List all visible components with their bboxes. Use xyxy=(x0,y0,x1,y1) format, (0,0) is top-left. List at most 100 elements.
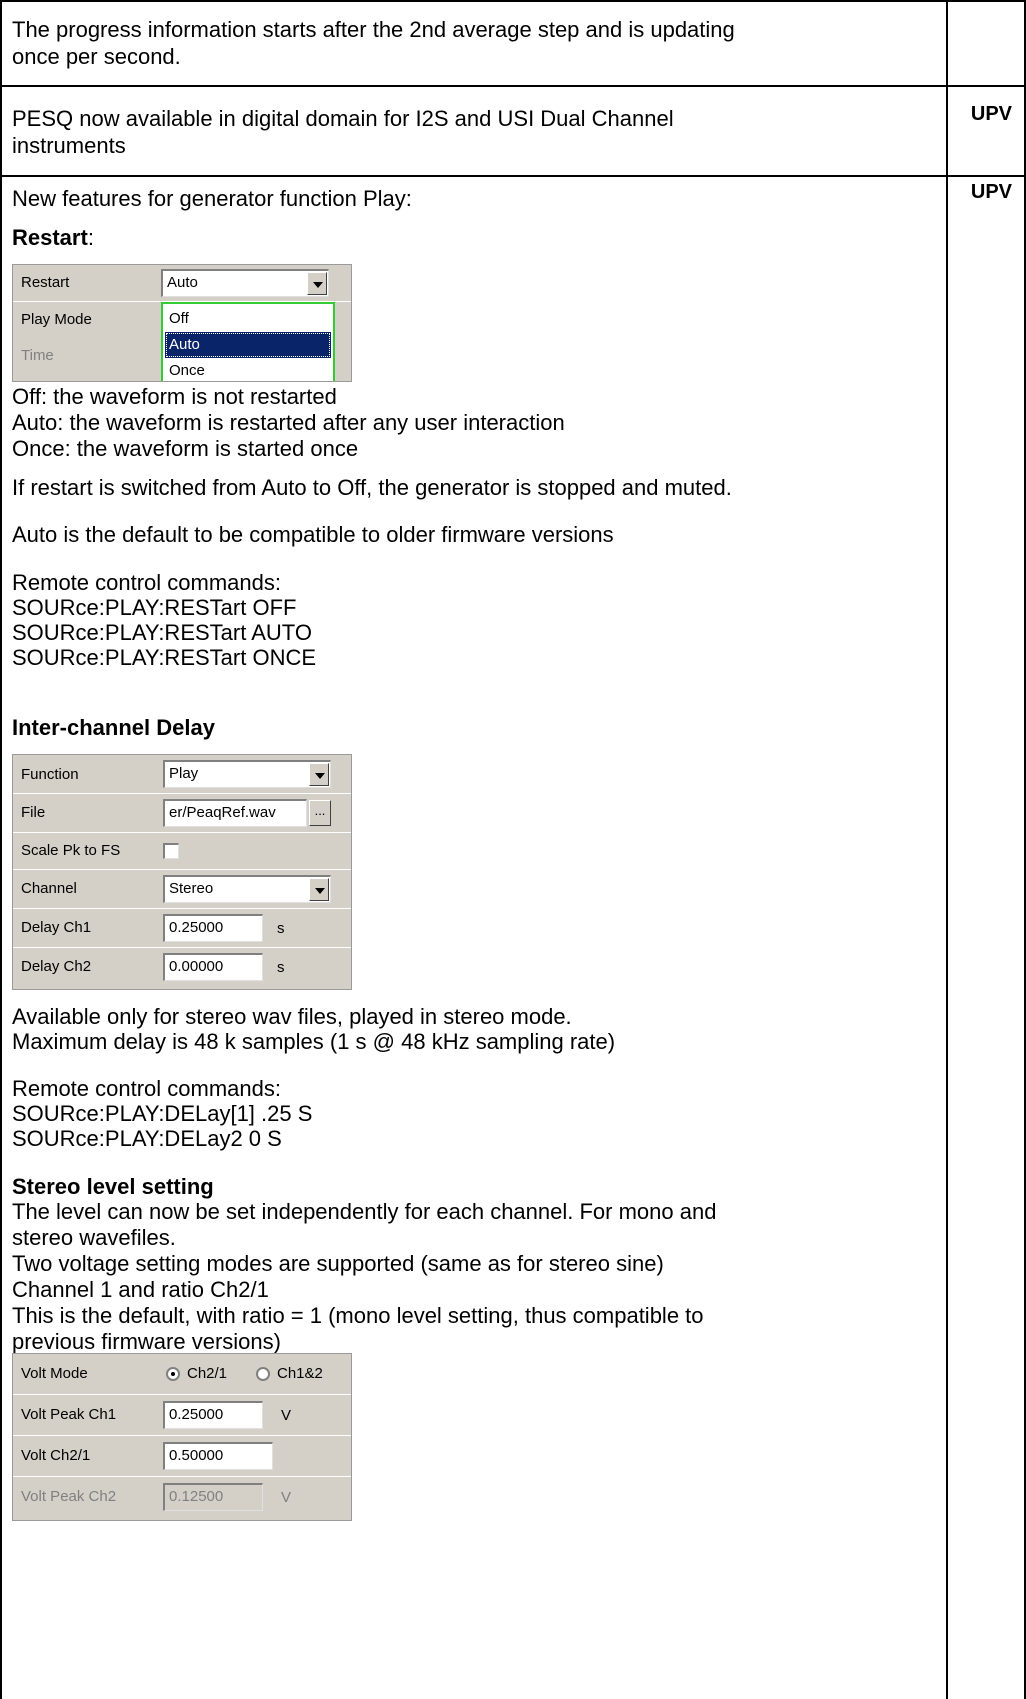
restart-desc-off: Off: the waveform is not restarted xyxy=(12,384,337,409)
scale-label: Scale Pk to FS xyxy=(21,842,121,859)
delay-ch2-label: Delay Ch2 xyxy=(21,958,92,975)
restart-heading: Restart xyxy=(12,225,88,250)
volt-mode-ch21-label: Ch2/1 xyxy=(187,1365,228,1382)
scale-row: Scale Pk to FS xyxy=(13,833,351,870)
restart-remote-once: SOURce:PLAY:RESTart ONCE xyxy=(12,645,317,670)
function-select-value: Play xyxy=(169,765,199,782)
function-row: Function Play xyxy=(13,755,351,794)
volt-peak-ch2-input: 0.12500 xyxy=(163,1483,263,1511)
restart-select[interactable]: Auto xyxy=(161,269,329,297)
delay-desc-1: Available only for stereo wav files, pla… xyxy=(12,1004,572,1029)
browse-file-button[interactable]: ... xyxy=(309,800,331,826)
volt-ratio-row: Volt Ch2/1 0.50000 xyxy=(13,1436,351,1477)
stereo-desc-4: Channel 1 and ratio Ch2/1 xyxy=(12,1277,269,1302)
delay-ch1-unit: s xyxy=(277,920,285,937)
row-divider xyxy=(0,0,1026,2)
volt-ratio-label: Volt Ch2/1 xyxy=(21,1447,91,1464)
volt-mode-ch12-label: Ch1&2 xyxy=(277,1365,323,1382)
delay-remote-2: SOURce:PLAY:DELay2 0 S xyxy=(12,1126,282,1151)
row-divider xyxy=(0,175,1026,177)
dropdown-option-once[interactable]: Once xyxy=(165,358,331,381)
row3-intro: New features for generator function Play… xyxy=(12,186,412,211)
delay-remote-1: SOURce:PLAY:DELay[1] .25 S xyxy=(12,1101,313,1126)
stereo-desc-3: Two voltage setting modes are supported … xyxy=(12,1251,664,1276)
restart-label: Restart xyxy=(21,274,70,291)
volt-mode-ch21-radio[interactable] xyxy=(166,1367,180,1381)
delay-ch2-value: 0.00000 xyxy=(169,958,224,975)
delay-dialog: Function Play File er/PeaqRef.wav ... Sc… xyxy=(12,754,352,990)
file-row: File er/PeaqRef.wav ... xyxy=(13,794,351,833)
chevron-down-icon[interactable] xyxy=(309,878,329,901)
volt-peak-ch2-row: Volt Peak Ch2 0.12500 V xyxy=(13,1477,351,1517)
dropdown-option-off[interactable]: Off xyxy=(165,306,331,332)
restart-remote-off: SOURce:PLAY:RESTart OFF xyxy=(12,595,297,620)
file-label: File xyxy=(21,804,46,821)
row1-line1: The progress information starts after th… xyxy=(12,17,735,42)
channel-label: Channel xyxy=(21,880,77,897)
volt-ratio-value: 0.50000 xyxy=(169,1447,224,1464)
delay-remote-heading: Remote control commands: xyxy=(12,1076,281,1101)
dropdown-option-auto[interactable]: Auto xyxy=(165,332,331,358)
file-input[interactable]: er/PeaqRef.wav xyxy=(163,799,307,827)
table-column-divider xyxy=(946,0,948,1699)
row-divider xyxy=(0,85,1026,87)
row2-line1: PESQ now available in digital domain for… xyxy=(12,106,674,131)
delay-ch1-row: Delay Ch1 0.25000 s xyxy=(13,909,351,948)
restart-dialog: Restart Auto Play Mode Time Off Auto Onc… xyxy=(12,264,352,382)
scale-checkbox[interactable] xyxy=(163,843,179,859)
row2-line2: instruments xyxy=(12,133,126,158)
stereo-desc-5: This is the default, with ratio = 1 (mon… xyxy=(12,1303,704,1328)
stereo-heading: Stereo level setting xyxy=(12,1174,214,1199)
row2-instrument-tag: UPV xyxy=(970,103,1012,125)
restart-heading-line: Restart: xyxy=(12,224,94,251)
channel-row: Channel Stereo xyxy=(13,870,351,909)
volt-mode-ch12-radio[interactable] xyxy=(256,1367,270,1381)
volt-dialog: Volt Mode Ch2/1 Ch1&2 Volt Peak Ch1 0.25… xyxy=(12,1353,352,1521)
row1-line2: once per second. xyxy=(12,44,181,69)
channel-select-value: Stereo xyxy=(169,880,214,897)
delay-ch2-input[interactable]: 0.00000 xyxy=(163,953,263,981)
document-table: The progress information starts after th… xyxy=(0,0,1026,1699)
restart-note-default: Auto is the default to be compatible to … xyxy=(12,522,614,547)
restart-select-value: Auto xyxy=(167,274,198,291)
restart-heading-colon: : xyxy=(87,225,94,250)
volt-peak-ch1-input[interactable]: 0.25000 xyxy=(163,1401,263,1429)
chevron-down-icon[interactable] xyxy=(307,272,327,295)
file-input-value: er/PeaqRef.wav xyxy=(169,804,276,821)
volt-mode-row: Volt Mode Ch2/1 Ch1&2 xyxy=(13,1354,351,1395)
delay-heading: Inter-channel Delay xyxy=(12,715,215,740)
volt-mode-label: Volt Mode xyxy=(21,1365,88,1382)
volt-peak-ch2-value: 0.12500 xyxy=(169,1488,224,1505)
delay-desc-2: Maximum delay is 48 k samples (1 s @ 48 … xyxy=(12,1029,616,1054)
delay-ch2-row: Delay Ch2 0.00000 s xyxy=(13,948,351,986)
chevron-down-icon[interactable] xyxy=(309,763,329,786)
channel-select[interactable]: Stereo xyxy=(163,875,331,903)
volt-peak-ch1-label: Volt Peak Ch1 xyxy=(21,1406,117,1423)
delay-ch2-unit: s xyxy=(277,959,285,976)
function-select[interactable]: Play xyxy=(163,760,331,788)
restart-desc-auto: Auto: the waveform is restarted after an… xyxy=(12,410,565,435)
delay-ch1-input[interactable]: 0.25000 xyxy=(163,914,263,942)
volt-peak-ch1-value: 0.25000 xyxy=(169,1406,224,1423)
restart-remote-heading: Remote control commands: xyxy=(12,570,281,595)
stereo-desc-6: previous firmware versions) xyxy=(12,1329,281,1354)
restart-remote-auto: SOURce:PLAY:RESTart AUTO xyxy=(12,620,312,645)
volt-ratio-input[interactable]: 0.50000 xyxy=(163,1442,273,1470)
delay-ch1-value: 0.25000 xyxy=(169,919,224,936)
play-mode-label: Play Mode xyxy=(21,311,92,328)
volt-peak-ch2-unit: V xyxy=(281,1489,292,1506)
volt-peak-ch1-row: Volt Peak Ch1 0.25000 V xyxy=(13,1395,351,1436)
volt-peak-ch1-unit: V xyxy=(281,1407,292,1424)
table-border-left xyxy=(0,0,2,1699)
delay-ch1-label: Delay Ch1 xyxy=(21,919,92,936)
restart-dropdown-list[interactable]: Off Auto Once xyxy=(161,302,335,381)
restart-row: Restart Auto xyxy=(13,265,351,302)
row3-instrument-tag: UPV xyxy=(970,181,1012,203)
volt-peak-ch2-label: Volt Peak Ch2 xyxy=(21,1488,117,1505)
restart-desc-once: Once: the waveform is started once xyxy=(12,436,359,461)
stereo-desc-2: stereo wavefiles. xyxy=(12,1225,176,1250)
restart-note-switch: If restart is switched from Auto to Off,… xyxy=(12,475,732,500)
time-label: Time xyxy=(21,347,54,364)
function-label: Function xyxy=(21,766,79,783)
stereo-desc-1: The level can now be set independently f… xyxy=(12,1199,717,1224)
